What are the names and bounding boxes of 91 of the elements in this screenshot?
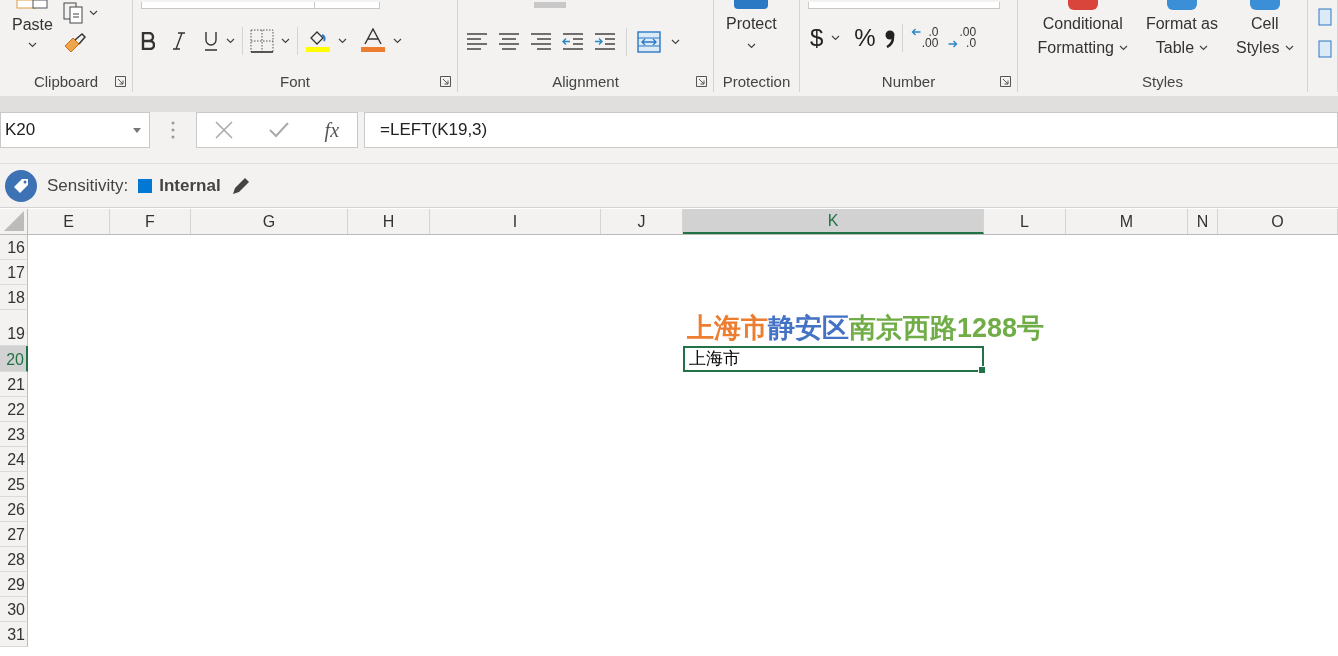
percent-button[interactable]: % [852, 24, 878, 52]
sensitivity-button[interactable]: Internal [138, 175, 221, 196]
formula-field[interactable]: =LEFT(K19,3) [364, 112, 1338, 148]
group-label: Protection [722, 72, 791, 90]
row-header[interactable]: 20 [0, 346, 28, 372]
dialog-launcher-icon[interactable] [696, 76, 707, 87]
group-label: Clipboard [33, 72, 99, 90]
borders-icon[interactable] [250, 29, 274, 53]
column-header[interactable]: I [430, 209, 601, 234]
row-header[interactable]: 27 [0, 522, 28, 547]
delete-cells-icon[interactable] [1316, 40, 1332, 58]
increase-indent-icon[interactable] [594, 33, 616, 51]
caret-icon[interactable] [1199, 45, 1209, 51]
sensitivity-label: Sensitivity: [47, 175, 129, 196]
name-box[interactable]: K20 [0, 112, 150, 148]
column-header[interactable]: K [683, 209, 984, 234]
style-button[interactable]: Conditional Formatting [1033, 0, 1132, 60]
caret-icon[interactable] [1118, 45, 1128, 51]
column-header[interactable]: L [984, 209, 1066, 234]
comma-style-icon[interactable] [883, 28, 896, 48]
number-format-field[interactable] [808, 2, 1000, 9]
protect-button[interactable]: Protect [722, 0, 781, 49]
dialog-launcher-icon[interactable] [115, 76, 126, 87]
align-right-icon[interactable] [530, 33, 552, 51]
fill-color-icon[interactable] [305, 29, 331, 53]
decrease-indent-icon[interactable] [562, 33, 584, 51]
bold-icon[interactable] [141, 32, 155, 50]
dialog-launcher-icon[interactable] [440, 76, 451, 87]
font-size-field[interactable] [314, 2, 380, 9]
row-header[interactable]: 22 [0, 397, 28, 422]
tag-icon[interactable] [5, 169, 37, 202]
row-header[interactable]: 17 [0, 260, 28, 285]
style-button[interactable]: Format as Table [1141, 0, 1222, 60]
caret-icon[interactable] [88, 10, 98, 16]
paste-button[interactable]: Paste [8, 0, 57, 48]
decimal-button[interactable]: .00 .0 [946, 27, 979, 49]
fill-handle[interactable] [978, 366, 986, 374]
row-header[interactable]: 31 [0, 622, 28, 647]
group-label: Number [881, 72, 936, 90]
caret-icon[interactable] [338, 38, 347, 44]
row-header[interactable]: 25 [0, 472, 28, 497]
row-header[interactable]: 19 [0, 310, 28, 346]
row-header[interactable]: 18 [0, 285, 28, 310]
group-label: Alignment [552, 72, 619, 90]
row-header[interactable]: 28 [0, 547, 28, 572]
grip-icon [171, 121, 175, 139]
align-center-icon[interactable] [498, 33, 520, 51]
row-header[interactable]: 30 [0, 597, 28, 622]
currency-button[interactable]: $ [808, 24, 826, 52]
merge-center-icon[interactable] [637, 31, 661, 53]
column-header[interactable]: G [191, 209, 348, 234]
italic-icon[interactable] [172, 32, 186, 50]
column-header[interactable]: O [1218, 209, 1338, 234]
column-header[interactable]: N [1188, 209, 1218, 234]
insert-cells-icon[interactable] [1316, 8, 1332, 26]
row-header[interactable]: 26 [0, 497, 28, 522]
caret-icon[interactable] [831, 35, 841, 41]
cell-text: 上海市静安区南京西路1288号 [687, 312, 1045, 345]
column-header[interactable]: E [28, 209, 110, 234]
caret-icon[interactable] [1284, 45, 1294, 51]
format-painter-icon[interactable] [62, 32, 89, 54]
pencil-icon[interactable] [230, 175, 251, 196]
style-button[interactable]: Cell Styles [1231, 0, 1298, 60]
protect-icon [734, 0, 769, 9]
caret-icon[interactable] [671, 39, 680, 45]
align-left-icon[interactable] [466, 33, 488, 51]
underline-icon[interactable] [203, 31, 219, 51]
column-header[interactable]: M [1066, 209, 1188, 234]
group-label: Font [280, 72, 310, 90]
caret-icon[interactable] [281, 38, 290, 44]
group-label: Styles [1142, 72, 1183, 90]
row-header[interactable]: 21 [0, 372, 28, 397]
check-icon[interactable] [268, 122, 289, 138]
decimal-button[interactable]: .0 .00 [908, 27, 941, 49]
row-header[interactable]: 29 [0, 572, 28, 597]
row-header[interactable]: 24 [0, 447, 28, 472]
caret-icon [133, 127, 141, 133]
caret-icon[interactable] [393, 38, 402, 44]
row-header[interactable]: 23 [0, 422, 28, 447]
clipboard-icon [15, 0, 50, 9]
selected-cell[interactable]: 上海市 [683, 346, 984, 372]
caret-icon[interactable] [27, 42, 37, 48]
caret-icon[interactable] [746, 43, 756, 49]
insert-function-button[interactable]: fx [324, 118, 340, 142]
font-name-field[interactable] [141, 2, 315, 9]
column-header[interactable]: F [110, 209, 191, 234]
column-header[interactable]: H [348, 209, 430, 234]
font-color-icon[interactable] [360, 28, 386, 54]
row-header[interactable]: 16 [0, 235, 28, 260]
caret-icon[interactable] [226, 38, 235, 44]
dialog-launcher-icon[interactable] [1000, 76, 1011, 87]
